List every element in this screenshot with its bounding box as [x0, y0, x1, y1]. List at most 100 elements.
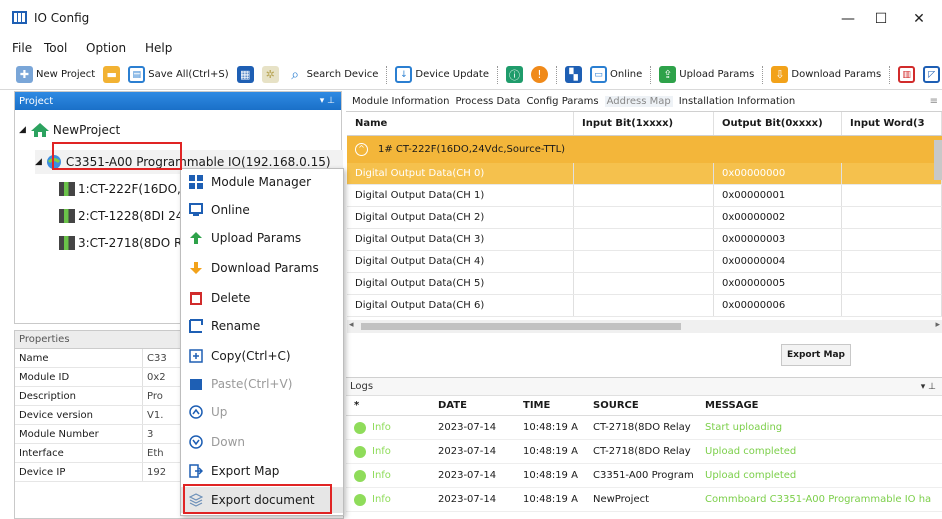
- close-button[interactable]: ✕: [896, 6, 942, 32]
- column-header[interactable]: SOURCE: [589, 400, 701, 411]
- status-dot-icon: [354, 469, 366, 482]
- log-row[interactable]: Info 2023-07-14 10:48:19 A C3351-A00 Pro…: [346, 464, 942, 488]
- home-icon: [30, 123, 49, 137]
- tree-node-module-1[interactable]: 1:CT-222F(16DO,24: [59, 182, 196, 196]
- rename-button[interactable]: ◸: [921, 64, 942, 86]
- menu-item-paste[interactable]: Paste(Ctrl+V): [181, 371, 343, 397]
- group-row[interactable]: ^ 1# CT-222F(16DO,24Vdc,Source-TTL): [347, 136, 942, 163]
- scrollbar-thumb[interactable]: [361, 323, 681, 330]
- log-row[interactable]: Info 2023-07-14 10:48:19 A CT-2718(8DO R…: [346, 416, 942, 440]
- menu-item-delete[interactable]: Delete: [181, 285, 343, 311]
- table-row[interactable]: Digital Output Data(CH 6) 0x00000006: [347, 295, 942, 317]
- controller-icon: [46, 155, 61, 169]
- table-row[interactable]: Digital Output Data(CH 1) 0x00000001: [347, 185, 942, 207]
- down-icon: [188, 434, 204, 450]
- info-button[interactable]: ⓘ: [504, 64, 525, 86]
- tree-node-module-2[interactable]: 2:CT-1228(8DI 24V: [59, 209, 192, 223]
- horizontal-scrollbar[interactable]: ◂ ▸: [347, 320, 942, 333]
- property-value[interactable]: 192: [143, 467, 166, 478]
- scroll-left-icon[interactable]: ◂: [349, 320, 354, 330]
- tab-strip: Module Information Process Data Config P…: [346, 92, 942, 112]
- device-update-button[interactable]: ↓ Device Update: [393, 64, 491, 86]
- export-map-button[interactable]: Export Map: [781, 344, 851, 366]
- cell-output: 0x00000003: [714, 229, 842, 250]
- column-header[interactable]: Output Bit(0xxxx): [714, 112, 842, 135]
- table-row[interactable]: Digital Output Data(CH 0) 0x00000000: [347, 163, 942, 185]
- property-value[interactable]: 0x2: [143, 372, 166, 383]
- property-value[interactable]: Pro: [143, 391, 163, 402]
- menu-item-online[interactable]: Online: [181, 197, 343, 223]
- search-device-button[interactable]: ⌕ Search Device: [285, 64, 381, 86]
- scroll-right-icon[interactable]: ▸: [935, 320, 940, 330]
- toolbar-separator: [889, 65, 891, 84]
- vertical-scrollbar[interactable]: [934, 140, 942, 180]
- paste-icon: [188, 376, 204, 392]
- delete-button[interactable]: ▥: [896, 64, 917, 86]
- tab-overflow-icon[interactable]: ≡: [930, 96, 938, 107]
- cell-output: 0x00000002: [714, 207, 842, 228]
- column-header[interactable]: TIME: [519, 400, 589, 411]
- open-button[interactable]: ▬: [101, 64, 122, 86]
- table-row[interactable]: Digital Output Data(CH 5) 0x00000005: [347, 273, 942, 295]
- collapse-icon[interactable]: ^: [355, 143, 368, 156]
- column-header[interactable]: Input Bit(1xxxx): [574, 112, 714, 135]
- menu-item-label: Export document: [211, 493, 315, 507]
- property-value[interactable]: Eth: [143, 448, 164, 459]
- menu-item-rename[interactable]: Rename: [181, 313, 343, 339]
- gear-icon: ✲: [261, 66, 279, 83]
- menu-item-export-map[interactable]: Export Map: [181, 458, 343, 484]
- column-header[interactable]: Name: [347, 112, 574, 135]
- project-panel-header: Project ▾ ⊥: [15, 92, 341, 110]
- menu-item-up[interactable]: Up: [181, 399, 343, 425]
- column-header[interactable]: *: [346, 400, 432, 411]
- property-value[interactable]: C33: [143, 353, 167, 364]
- column-header[interactable]: DATE: [432, 400, 519, 411]
- log-row[interactable]: Info 2023-07-14 10:48:19 A CT-2718(8DO R…: [346, 440, 942, 464]
- tab-address-map[interactable]: Address Map: [604, 96, 673, 107]
- column-header[interactable]: MESSAGE: [701, 400, 942, 411]
- upload-icon: [188, 230, 204, 246]
- copy-icon: [188, 348, 204, 364]
- layout-button[interactable]: ▚: [563, 64, 584, 86]
- online-button[interactable]: ▭ Online: [588, 64, 644, 86]
- table-row[interactable]: Digital Output Data(CH 2) 0x00000002: [347, 207, 942, 229]
- menu-item-upload-params[interactable]: Upload Params: [181, 225, 343, 251]
- menu-item-down[interactable]: Down: [181, 429, 343, 455]
- tab-config-params[interactable]: Config Params: [526, 96, 598, 107]
- log-row[interactable]: Info 2023-07-14 10:48:19 A NewProject Co…: [346, 488, 942, 512]
- menu-help[interactable]: Help: [145, 41, 172, 55]
- menu-file[interactable]: File: [12, 41, 32, 55]
- property-value[interactable]: V1.: [143, 410, 163, 421]
- save-all-button[interactable]: ▤ Save All(Ctrl+S): [126, 64, 230, 86]
- trash-icon: ▥: [898, 66, 916, 83]
- tree-node-root[interactable]: ◢ NewProject: [19, 122, 120, 138]
- tab-installation-information[interactable]: Installation Information: [679, 96, 795, 107]
- log-time: 10:48:19 A: [523, 446, 578, 457]
- module-icon: [59, 236, 75, 250]
- property-value[interactable]: 3: [143, 429, 153, 440]
- alert-icon: !: [531, 66, 548, 83]
- menu-item-module-manager[interactable]: Module Manager: [181, 169, 343, 195]
- online-icon: [188, 202, 204, 218]
- menu-option[interactable]: Option: [86, 41, 126, 55]
- settings-button[interactable]: ✲: [260, 64, 281, 86]
- collapse-arrow-icon[interactable]: ◢: [35, 157, 42, 167]
- menu-tool[interactable]: Tool: [44, 41, 67, 55]
- download-params-button[interactable]: ⇩ Download Params: [769, 64, 883, 86]
- pin-icon[interactable]: ▾ ⊥: [320, 96, 335, 106]
- table-row[interactable]: Digital Output Data(CH 4) 0x00000004: [347, 251, 942, 273]
- alert-button[interactable]: !: [529, 64, 550, 86]
- tab-module-information[interactable]: Module Information: [352, 96, 449, 107]
- menu-item-download-params[interactable]: Download Params: [181, 255, 343, 281]
- table-row[interactable]: Digital Output Data(CH 3) 0x00000003: [347, 229, 942, 251]
- collapse-arrow-icon[interactable]: ◢: [19, 125, 26, 135]
- tree-node-module-3[interactable]: 3:CT-2718(8DO Re: [59, 236, 189, 250]
- menu-item-export-document[interactable]: Export document: [181, 487, 343, 513]
- tab-process-data[interactable]: Process Data: [455, 96, 520, 107]
- column-header[interactable]: Input Word(3: [842, 112, 942, 135]
- menu-item-copy[interactable]: Copy(Ctrl+C): [181, 343, 343, 369]
- upload-params-button[interactable]: ⇪ Upload Params: [657, 64, 756, 86]
- new-project-button[interactable]: ✚ New Project: [14, 64, 97, 86]
- grid-button[interactable]: ▦: [235, 64, 256, 86]
- pin-icon[interactable]: ▾ ⊥: [921, 382, 936, 392]
